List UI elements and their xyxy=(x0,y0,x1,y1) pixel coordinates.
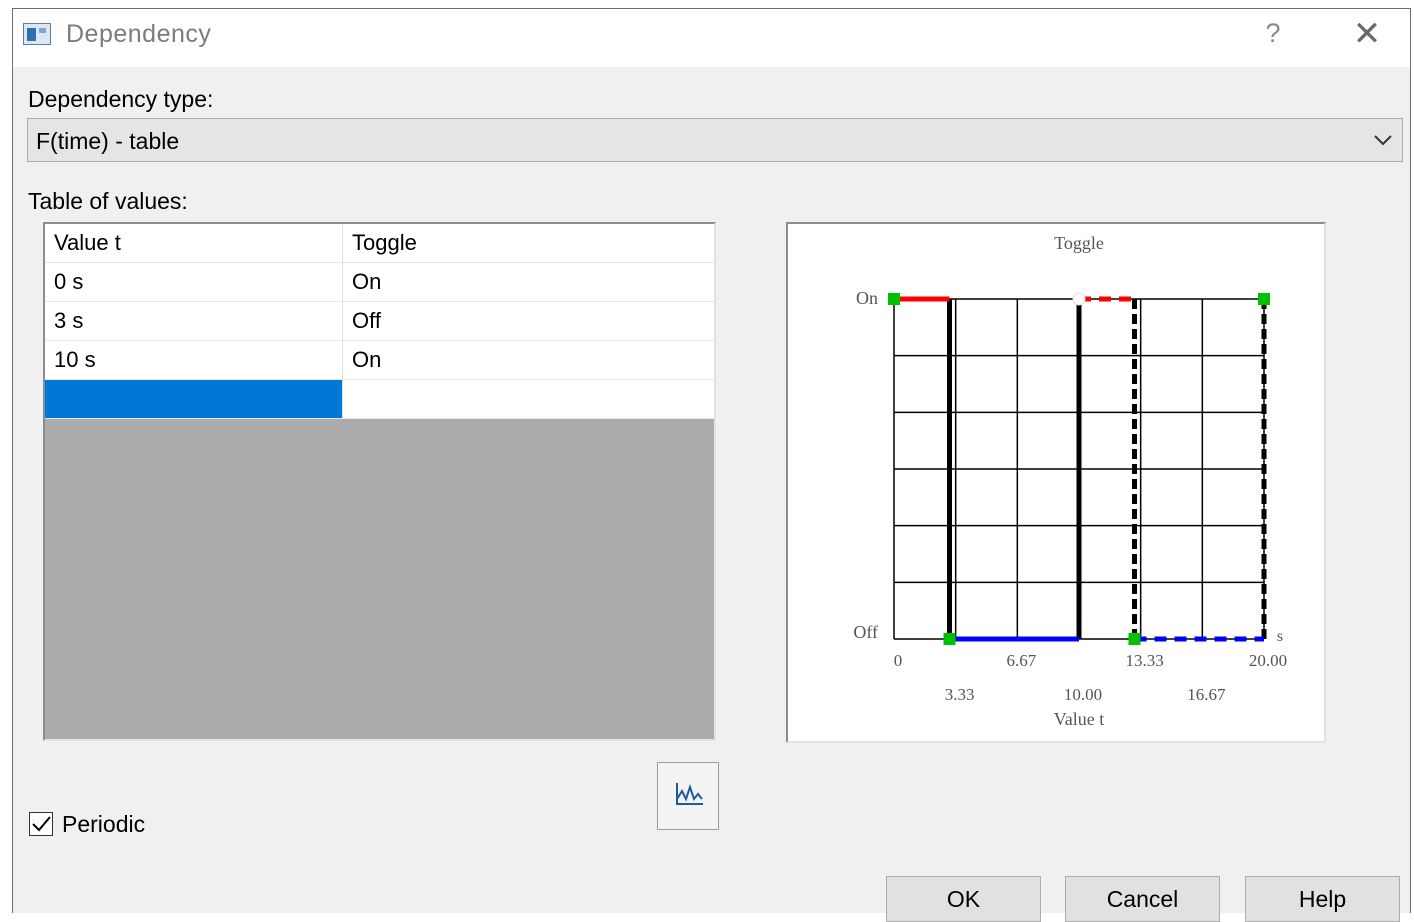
chart-title: Toggle xyxy=(1054,233,1104,253)
toggle-chart: Toggle On Off 0 6.67 13.33 20.00 3.33 10.00 16.67… xyxy=(786,222,1326,743)
x-tick-label: 3.33 xyxy=(945,685,975,704)
y-tick-label: On xyxy=(856,288,878,308)
ok-button[interactable]: OK xyxy=(886,876,1041,922)
chart-canvas: Toggle On Off 0 6.67 13.33 20.00 3.33 10.00 16.67… xyxy=(853,233,1287,729)
x-tick-label: 0 xyxy=(894,651,903,670)
periodic-label[interactable]: Periodic xyxy=(62,811,145,838)
column-header-toggle[interactable]: Toggle xyxy=(343,224,714,262)
table-header-row: Value t Toggle xyxy=(45,224,714,263)
data-point xyxy=(1128,633,1141,645)
chevron-down-icon xyxy=(1374,135,1392,146)
x-tick-label: 6.67 xyxy=(1006,651,1036,670)
app-window-icon xyxy=(23,23,51,45)
y-tick-label: Off xyxy=(853,622,878,642)
table-of-values-label: Table of values: xyxy=(28,188,188,214)
table-cell-toggle[interactable]: On xyxy=(343,263,714,301)
table-cell-toggle[interactable]: On xyxy=(343,341,714,379)
title-bar: Dependency ? ✕ xyxy=(13,9,1410,67)
data-point xyxy=(1072,292,1086,306)
values-table-body: Value t Toggle 0 s On 3 s Off 10 s On xyxy=(45,224,714,419)
table-cell-value[interactable]: 3 s xyxy=(45,302,343,340)
dependency-dialog: Dependency ? ✕ Dependency type: F(time) … xyxy=(12,8,1411,922)
x-tick-label: 20.00 xyxy=(1249,651,1287,670)
window-title: Dependency xyxy=(66,20,212,48)
periodic-checkbox[interactable] xyxy=(29,812,53,836)
x-axis-label: Value t xyxy=(1054,709,1104,729)
dependency-type-dropdown[interactable]: F(time) - table xyxy=(27,118,1403,162)
data-point xyxy=(1258,293,1270,305)
dependency-type-label: Dependency type: xyxy=(28,86,214,112)
x-tick-label: 16.67 xyxy=(1187,685,1226,704)
table-row[interactable]: 10 s On xyxy=(45,341,714,380)
table-cell-toggle[interactable] xyxy=(343,380,714,418)
checkmark-icon xyxy=(32,816,51,832)
table-cell-value[interactable]: 10 s xyxy=(45,341,343,379)
table-cell-value-selected[interactable] xyxy=(45,380,343,418)
chart-icon xyxy=(676,783,703,805)
data-point xyxy=(943,633,956,645)
x-unit-label: s xyxy=(1277,628,1283,645)
close-icon[interactable]: ✕ xyxy=(1351,17,1383,54)
help-icon[interactable]: ? xyxy=(1258,18,1288,54)
table-row-new[interactable] xyxy=(45,380,714,419)
cancel-button[interactable]: Cancel xyxy=(1065,876,1220,922)
show-graph-button[interactable] xyxy=(657,762,719,830)
data-point xyxy=(888,293,900,305)
dependency-type-value: F(time) - table xyxy=(36,128,180,154)
x-tick-label: 13.33 xyxy=(1126,651,1164,670)
table-row[interactable]: 3 s Off xyxy=(45,302,714,341)
x-tick-label: 10.00 xyxy=(1064,685,1102,704)
table-cell-value[interactable]: 0 s xyxy=(45,263,343,301)
help-button[interactable]: Help xyxy=(1245,876,1400,922)
values-table[interactable]: Value t Toggle 0 s On 3 s Off 10 s On xyxy=(43,222,716,741)
column-header-value-t[interactable]: Value t xyxy=(45,224,343,262)
table-cell-toggle[interactable]: Off xyxy=(343,302,714,340)
table-row[interactable]: 0 s On xyxy=(45,263,714,302)
